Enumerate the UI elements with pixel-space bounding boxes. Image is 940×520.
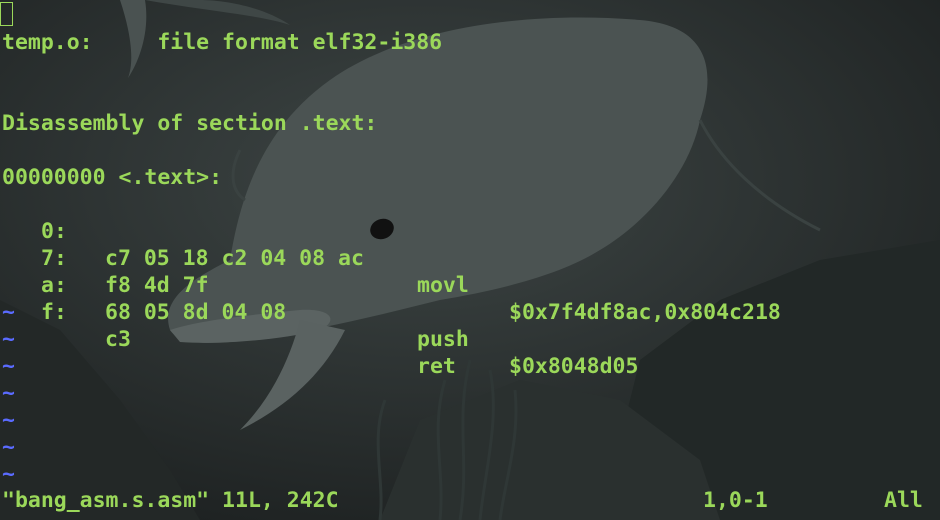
instruction-bytes: c3 bbox=[105, 327, 131, 352]
text-cursor bbox=[0, 2, 13, 26]
empty-line-marker: ~ bbox=[2, 327, 15, 352]
empty-line-marker: ~ bbox=[2, 408, 15, 433]
status-file-info: "bang_asm.s.asm" 11L, 242C bbox=[2, 488, 339, 513]
file-header: temp.o: file format elf32-i386 bbox=[2, 30, 443, 55]
status-cursor-position: 1,0-1 bbox=[703, 488, 768, 513]
instruction-address: f: bbox=[41, 300, 67, 325]
empty-line-marker: ~ bbox=[2, 381, 15, 406]
instruction-mnemonic: ret bbox=[417, 354, 456, 379]
instruction-bytes: 68 05 8d 04 08 bbox=[105, 300, 287, 325]
instruction-row: f: c3 ret bbox=[0, 272, 940, 379]
instruction-operands: $0x7f4df8ac,0x804c218 bbox=[509, 300, 781, 325]
empty-line-marker: ~ bbox=[2, 300, 15, 325]
empty-line-marker: ~ bbox=[2, 354, 15, 379]
instruction-mnemonic: push bbox=[417, 327, 469, 352]
instruction-row: a: 68 05 8d 04 08 push $0x8048d05 bbox=[0, 245, 940, 379]
empty-line-marker: ~ bbox=[2, 462, 15, 487]
instruction-row: 7: f8 4d 7f bbox=[0, 218, 940, 298]
symbol-label: 00000000 <.text>: bbox=[2, 165, 223, 190]
instruction-operands: $0x8048d05 bbox=[509, 354, 639, 379]
empty-line-marker: ~ bbox=[2, 435, 15, 460]
section-title: Disassembly of section .text: bbox=[2, 111, 378, 136]
status-scroll-indicator: All bbox=[884, 488, 923, 513]
terminal[interactable]: temp.o: file format elf32-i386 Disassemb… bbox=[0, 0, 940, 520]
instruction-row: 0: c7 05 18 c2 04 08 ac movl $0x7f4df8ac… bbox=[0, 191, 940, 325]
